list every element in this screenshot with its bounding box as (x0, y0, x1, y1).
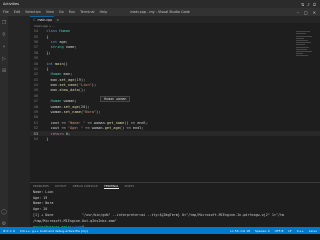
window-title: main.cpp - my - Visual Studio Code (130, 10, 190, 14)
line-number: 35 (33, 34, 38, 39)
menu-item-run[interactable]: Run (69, 10, 76, 14)
editor-tab-bar: C main.cpp × (30, 16, 320, 23)
code-text: }; (42, 50, 51, 55)
line-number: 45 (33, 88, 38, 93)
menu-item-selection[interactable]: Selection (25, 10, 41, 14)
line-number: 48 (33, 104, 38, 109)
activity-bar: ❐ ⚲ ⑂ ▷ ⊞ ◯ ⚙ (0, 16, 8, 227)
tab-output[interactable]: OUTPUT (55, 184, 67, 188)
status-item[interactable]: Ln 53, Col 18 (230, 229, 250, 233)
line-number: 40 (33, 61, 38, 66)
code-text: class Human (42, 29, 71, 34)
tab-debug-console[interactable]: DEBUG CONSOLE (73, 184, 98, 188)
line-number: 52 (33, 126, 38, 131)
code-text: man.set_name("Lion"); (42, 83, 97, 88)
menu-item-go[interactable]: Go (59, 10, 64, 14)
line-number: 44 (33, 83, 38, 88)
volume-icon[interactable]: ♪ (307, 2, 310, 7)
menu-item-view[interactable]: View (46, 10, 54, 14)
status-item[interactable]: Spaces: 4 (255, 229, 270, 233)
terminal-output[interactable]: Name: Lion Age: 19 Name: Nora Age: 20 [1] + … (30, 189, 320, 230)
status-item[interactable]: Linux (309, 229, 317, 233)
status-left: ⊗ 0 ⚠ 0 C/C++: g++ build and debug active… (0, 229, 91, 233)
code-text: woman.set_name("Nora"); (42, 110, 101, 115)
window-titlebar: File Edit Selection View Go Run Terminal Help m… (0, 8, 320, 16)
line-number: 43 (33, 77, 38, 82)
close-tab-icon[interactable]: × (56, 18, 59, 22)
network-icon[interactable]: ⇅ (301, 2, 304, 7)
line-number: 50 (33, 115, 38, 120)
system-top-bar: Activities ⇅ ♪ ⏻ (0, 0, 320, 8)
status-item[interactable]: C/C++: g++ build and debug active file (… (20, 229, 88, 233)
menu-item-edit[interactable]: Edit (14, 10, 21, 14)
line-number: 54 (33, 137, 38, 141)
line-number: 41 (33, 66, 38, 71)
code-text: Human man; (42, 72, 73, 77)
code-text: man.set_age(19); (42, 77, 86, 82)
status-item[interactable]: C++ (297, 229, 304, 233)
close-icon[interactable]: ✕ (313, 10, 316, 15)
side-panel (8, 16, 30, 227)
line-number: 36 (33, 39, 38, 44)
system-tray[interactable]: ⇅ ♪ ⏻ (280, 2, 320, 7)
code-text: cout << "Age: " << woman.get_age() << en… (42, 126, 144, 131)
code-line[interactable]: 54 } (30, 136, 320, 141)
tab-problems[interactable]: PROBLEMS (33, 184, 49, 188)
power-icon[interactable]: ⏻ (313, 2, 316, 7)
bottom-panel: PROBLEMS OUTPUT DEBUG CONSOLE TERMINAL PORTS… (30, 182, 320, 230)
extensions-icon[interactable]: ⊞ (2, 68, 6, 74)
code-text: int main() (42, 61, 68, 66)
status-item[interactable]: ⊗ 0 ⚠ 0 (3, 229, 15, 233)
code-text: cout << "Name: " << woman.get_name() << … (42, 120, 149, 125)
menu-bar: File Edit Selection View Go Run Terminal Help (0, 10, 107, 14)
status-bar: ⊗ 0 ⚠ 0 C/C++: g++ build and debug active… (0, 227, 320, 234)
maximize-icon[interactable]: □ (304, 10, 308, 15)
line-number: 49 (33, 110, 38, 115)
code-text: Human woman; (42, 99, 77, 104)
source-control-icon[interactable]: ⑂ (2, 44, 5, 50)
code-text: } (42, 137, 49, 141)
line-number: 42 (33, 72, 38, 77)
run-debug-icon[interactable]: ▷ (2, 56, 6, 62)
line-number: 51 (33, 120, 38, 125)
line-number: 39 (33, 56, 38, 61)
line-number: 34 (33, 29, 38, 34)
hover-tooltip: Human woman (100, 96, 131, 102)
status-item[interactable]: UTF-8 (275, 229, 284, 233)
tab-ports[interactable]: PORTS (125, 184, 134, 188)
minimap[interactable] (296, 30, 314, 60)
code-text: return 0; (42, 131, 71, 136)
tab-main-cpp[interactable]: C main.cpp × (30, 16, 59, 23)
line-number: 46 (33, 93, 38, 98)
code-text: string name; (42, 45, 77, 50)
dock (0, 234, 320, 240)
account-icon[interactable]: ◯ (1, 209, 7, 215)
code-text: { (42, 66, 49, 71)
activities-button[interactable]: Activities (0, 2, 40, 6)
tab-label: main.cpp (37, 18, 53, 22)
code-text: woman.set_age(20); (42, 104, 90, 109)
status-item[interactable]: LF (288, 229, 291, 233)
status-right: Ln 53, Col 18 Spaces: 4 UTF-8 LF C++ Linux (227, 229, 320, 233)
menu-item-file[interactable]: File (3, 10, 9, 14)
code-text: { (42, 34, 49, 39)
tab-terminal[interactable]: TERMINAL (103, 184, 119, 189)
code-text: man.show_data(); (42, 88, 86, 93)
code-view[interactable]: 34 class Human 35 {36 int age; 37 string n… (30, 28, 320, 142)
window-controls: – □ ✕ (220, 10, 320, 15)
line-number: 53 (33, 131, 38, 136)
line-number: 37 (33, 45, 38, 50)
search-icon[interactable]: ⚲ (2, 32, 6, 38)
menu-item-terminal[interactable]: Terminal (80, 10, 94, 14)
line-number: 47 (33, 99, 38, 104)
cpp-file-icon: C (33, 18, 36, 22)
explorer-icon[interactable]: ❐ (2, 20, 6, 26)
line-number: 38 (33, 50, 38, 55)
code-text: int age; (42, 39, 68, 44)
editor-area: C main.cpp × main.cpp > ... 34 class Hum… (30, 16, 320, 182)
minimize-icon[interactable]: – (297, 10, 299, 15)
